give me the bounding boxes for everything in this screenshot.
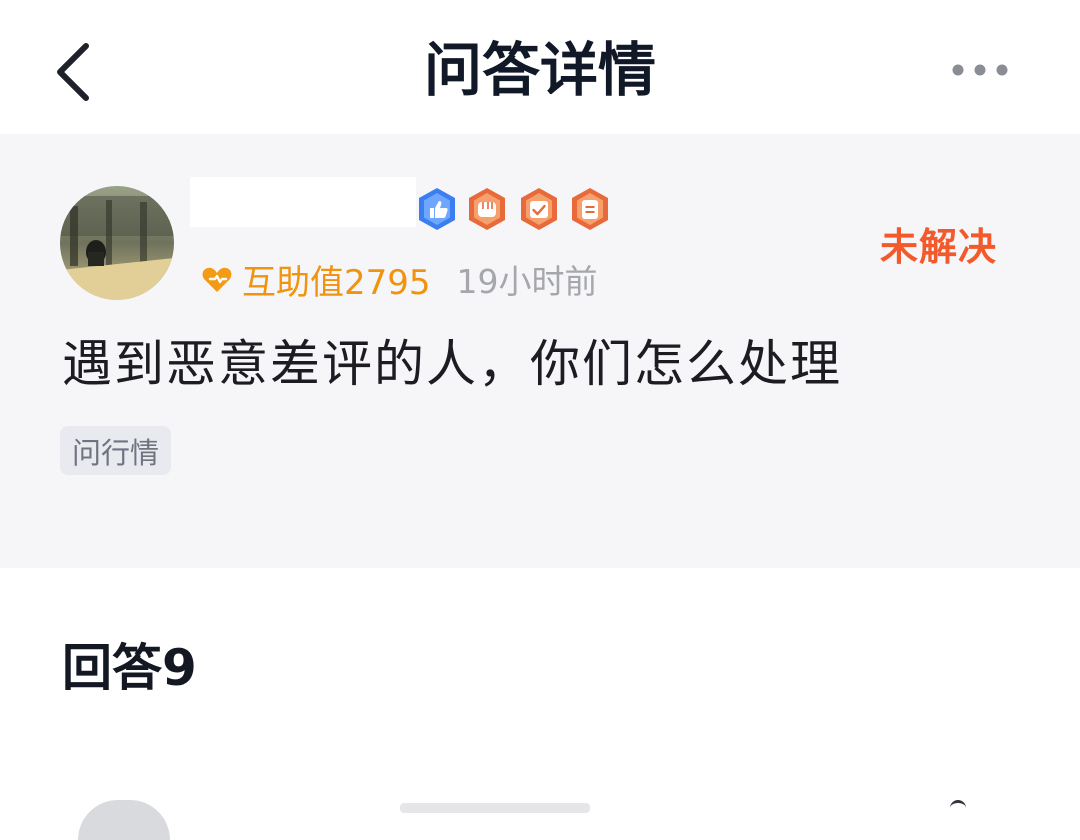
like-badge-icon [419, 188, 455, 230]
answers-heading: 回答9 [62, 639, 197, 697]
more-button[interactable] [948, 56, 1012, 84]
user-meta: 互助值2795 19小时前 [200, 252, 598, 306]
answer-avatar-partial[interactable] [78, 800, 170, 840]
question-text: 遇到恶意差评的人，你们怎么处理 [62, 335, 842, 393]
page-title: 问答详情 [423, 36, 656, 104]
help-value: 互助值2795 [242, 262, 431, 303]
answer-action-icon[interactable] [950, 800, 966, 815]
question-card: 未解决 互助值2795 19小时前 遇到恶意差评的人，你们怎么处理 问行情 [0, 134, 1080, 568]
calendar-badge-icon [572, 188, 608, 230]
topic-tag[interactable]: 问行情 [60, 426, 172, 475]
avatar[interactable] [60, 186, 174, 300]
top-bar: 问答详情 [0, 0, 1080, 134]
check-badge-icon [521, 188, 557, 230]
status-badge: 未解决 [880, 225, 998, 269]
more-horizontal-icon [952, 64, 1008, 76]
avatar-photo [60, 186, 174, 300]
help-value-icon [202, 267, 232, 292]
fist-badge-icon [469, 188, 505, 230]
username-redacted [190, 177, 416, 227]
post-time: 19小时前 [456, 262, 598, 301]
answer-header-partial [400, 803, 590, 813]
